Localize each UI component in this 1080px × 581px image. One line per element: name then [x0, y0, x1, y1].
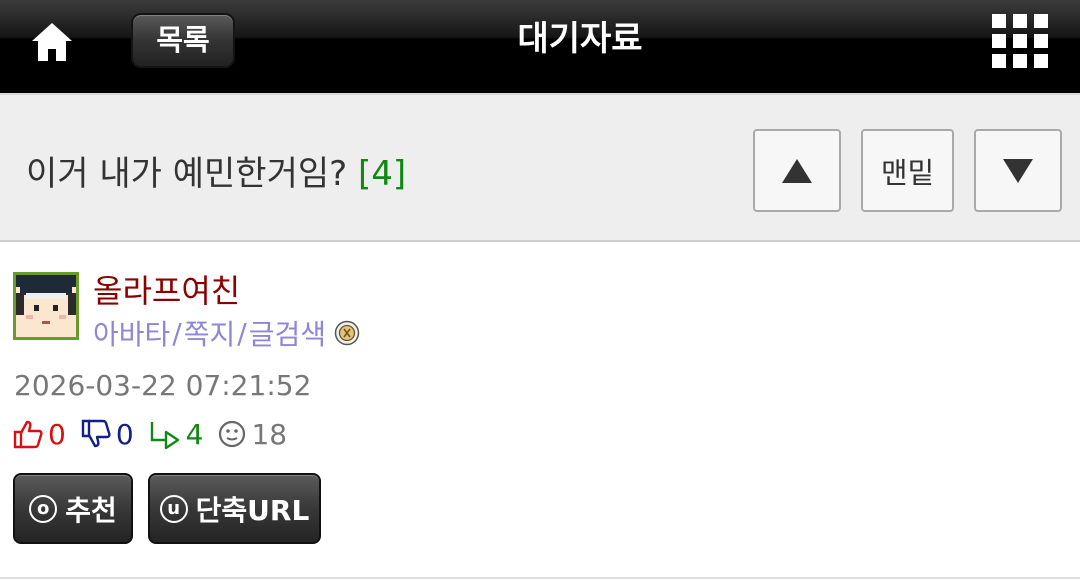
- short-url-button[interactable]: u 단축URL: [148, 473, 321, 544]
- face-views-icon: [219, 420, 246, 448]
- post-title: 이거 내가 예민한거임? [4]: [26, 146, 406, 195]
- divider: [0, 577, 1080, 579]
- view-count: 18: [251, 417, 288, 451]
- triangle-up-icon: [782, 158, 812, 183]
- post-stats: 0 0 4 18: [12, 416, 287, 452]
- recommend-button[interactable]: o 추천: [13, 473, 133, 544]
- link-separator: /: [172, 316, 182, 350]
- author-name[interactable]: 올라프여친: [93, 266, 240, 312]
- scroll-down-button[interactable]: [974, 129, 1062, 212]
- list-button[interactable]: 목록: [131, 13, 235, 68]
- message-link[interactable]: 쪽지: [184, 313, 236, 353]
- grid-menu-icon[interactable]: [992, 14, 1048, 68]
- page-title: 대기자료: [517, 19, 643, 59]
- like-stat[interactable]: 0: [12, 418, 66, 451]
- comment-count[interactable]: [4]: [358, 154, 406, 194]
- avatar-link[interactable]: 아바타: [93, 313, 170, 353]
- like-count: 0: [48, 417, 66, 451]
- dislike-stat[interactable]: 0: [80, 418, 134, 451]
- home-button[interactable]: [24, 14, 80, 70]
- avatar-image: [16, 275, 76, 337]
- scroll-bottom-button[interactable]: 맨밑: [861, 129, 954, 212]
- post-search-link[interactable]: 글검색: [249, 313, 326, 353]
- recommend-icon: o: [29, 494, 58, 523]
- thumbs-down-icon: [81, 419, 111, 448]
- author-links: 아바타 / 쪽지 / 글검색: [93, 313, 360, 353]
- reply-arrow-icon: [150, 422, 179, 450]
- reply-stat[interactable]: 4: [148, 417, 204, 451]
- triangle-down-icon: [1003, 158, 1033, 183]
- thumbs-up-icon: [13, 420, 43, 449]
- reply-count: 4: [185, 417, 204, 451]
- post-title-bar: 이거 내가 예민한거임? [4] 맨밑: [0, 93, 1080, 242]
- avatar[interactable]: [13, 272, 79, 340]
- home-icon: [32, 23, 72, 61]
- level-badge-icon: [334, 320, 360, 346]
- recommend-label: 추천: [65, 493, 117, 527]
- scroll-up-button[interactable]: [753, 129, 841, 212]
- view-stat: 18: [217, 418, 287, 451]
- post-date: 2026-03-22 07:21:52: [14, 369, 312, 402]
- dislike-count: 0: [115, 417, 134, 451]
- post-title-text: 이거 내가 예민한거임?: [26, 154, 348, 194]
- link-separator: /: [237, 316, 247, 350]
- top-bar: 목록 대기자료: [0, 0, 1080, 93]
- short-url-icon: u: [159, 494, 188, 523]
- short-url-label: 단축URL: [195, 493, 310, 527]
